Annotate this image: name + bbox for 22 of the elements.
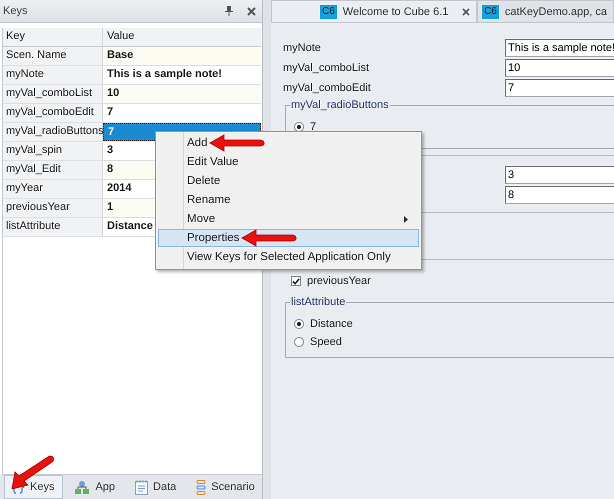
group-title: myVal_radioButtons — [290, 99, 390, 111]
table-cell: previousYear — [3, 199, 103, 217]
panel-title: Keys — [3, 5, 28, 17]
checkbox-label: previousYear — [307, 275, 371, 287]
option-label: 7 — [310, 121, 316, 133]
table-cell: myVal_spin — [3, 142, 103, 160]
table-cell: myVal_comboEdit — [3, 104, 103, 122]
app-logo: C6 — [482, 4, 499, 18]
option-label: Speed — [310, 336, 342, 348]
group-title: listAttribute — [290, 296, 346, 308]
table-cell: myVal_comboList — [3, 85, 103, 103]
field-label: myVal_comboEdit — [283, 82, 372, 94]
table-cell: myNote — [3, 66, 103, 84]
app-logo: C6 — [320, 4, 337, 18]
table-cell: listAttribute — [3, 218, 103, 236]
table-cell: myYear — [3, 180, 103, 198]
table-cell: Scen. Name — [3, 47, 103, 65]
field-label: myVal_comboList — [283, 62, 370, 74]
table-cell: myVal_radioButtons — [3, 123, 103, 141]
option-label: Distance — [310, 318, 353, 330]
field-label: myNote — [283, 42, 322, 54]
table-cell: myVal_Edit — [3, 161, 103, 179]
